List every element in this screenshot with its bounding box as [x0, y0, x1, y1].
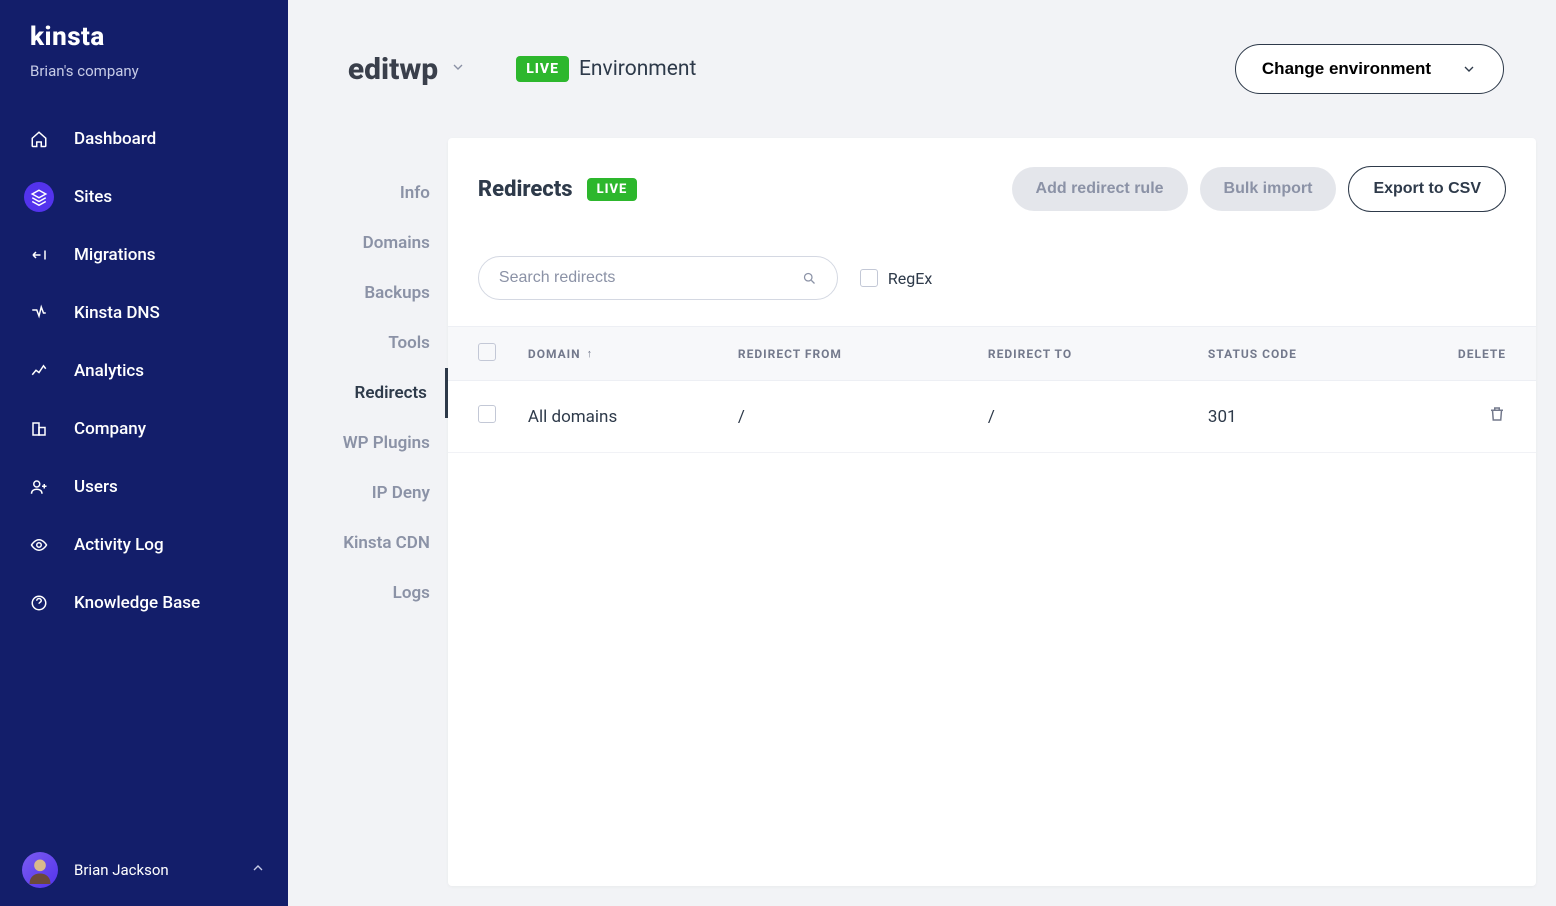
nav-label: Sites	[74, 187, 112, 207]
live-badge: LIVE	[587, 178, 638, 201]
subnav-redirects[interactable]: Redirects	[288, 368, 448, 418]
nav-dashboard[interactable]: Dashboard	[0, 110, 288, 168]
search-input[interactable]	[499, 269, 802, 287]
nav-label: Dashboard	[74, 129, 156, 149]
company-icon	[24, 414, 54, 444]
search-row: RegEx	[448, 240, 1536, 326]
cell-to: /	[988, 407, 1208, 427]
change-env-label: Change environment	[1262, 59, 1431, 79]
nav-activity[interactable]: Activity Log	[0, 516, 288, 574]
help-icon	[24, 588, 54, 618]
nav-company[interactable]: Company	[0, 400, 288, 458]
home-icon	[24, 124, 54, 154]
nav-analytics[interactable]: Analytics	[0, 342, 288, 400]
primary-nav: Dashboard Sites Migrations Kinsta DNS	[0, 110, 288, 834]
dns-icon	[24, 298, 54, 328]
site-dropdown[interactable]	[450, 59, 466, 79]
bulk-import-button[interactable]: Bulk import	[1200, 167, 1337, 211]
migrations-icon	[24, 240, 54, 270]
site-name: editwp	[348, 52, 438, 87]
sort-arrow-icon: ↑	[587, 347, 594, 360]
table-row[interactable]: All domains / / 301	[448, 381, 1536, 453]
nav-label: Company	[74, 419, 146, 439]
subnav-backups[interactable]: Backups	[288, 268, 448, 318]
row-checkbox[interactable]	[478, 405, 496, 423]
company-name: Brian's company	[0, 62, 288, 110]
nav-users[interactable]: Users	[0, 458, 288, 516]
col-to-header[interactable]: REDIRECT TO	[988, 347, 1208, 361]
col-delete-header: DELETE	[1458, 347, 1506, 361]
search-icon	[802, 271, 817, 286]
brand-logo: kinsta	[0, 22, 288, 62]
nav-label: Activity Log	[74, 535, 164, 555]
nav-label: Kinsta DNS	[74, 303, 160, 323]
nav-sites[interactable]: Sites	[0, 168, 288, 226]
env-badge: LIVE	[516, 56, 569, 82]
delete-button[interactable]	[1458, 405, 1506, 428]
col-status-header[interactable]: STATUS CODE	[1208, 347, 1458, 361]
nav-label: Knowledge Base	[74, 593, 200, 613]
topbar: editwp LIVE Environment Change environme…	[288, 0, 1556, 138]
change-environment-button[interactable]: Change environment	[1235, 44, 1504, 94]
chevron-down-icon	[1461, 61, 1477, 77]
nav-label: Users	[74, 477, 118, 497]
nav-dns[interactable]: Kinsta DNS	[0, 284, 288, 342]
regex-toggle[interactable]: RegEx	[860, 269, 932, 288]
panel: Redirects LIVE Add redirect rule Bulk im…	[448, 138, 1536, 886]
cell-from: /	[738, 407, 988, 427]
env-label: Environment	[579, 57, 696, 81]
subnav-wp-plugins[interactable]: WP Plugins	[288, 418, 448, 468]
regex-label: RegEx	[888, 269, 932, 288]
chevron-up-icon	[250, 860, 266, 880]
search-box[interactable]	[478, 256, 838, 300]
regex-checkbox[interactable]	[860, 269, 878, 287]
subnav-ip-deny[interactable]: IP Deny	[288, 468, 448, 518]
subnav-cdn[interactable]: Kinsta CDN	[288, 518, 448, 568]
trash-icon	[1488, 405, 1506, 423]
layers-icon	[24, 182, 54, 212]
select-all-checkbox[interactable]	[478, 343, 496, 361]
analytics-icon	[24, 356, 54, 386]
table-header: DOMAIN ↑ REDIRECT FROM REDIRECT TO STATU…	[448, 326, 1536, 381]
panel-header: Redirects LIVE Add redirect rule Bulk im…	[448, 138, 1536, 240]
col-from-header[interactable]: REDIRECT FROM	[738, 347, 988, 361]
subnav-domains[interactable]: Domains	[288, 218, 448, 268]
main: editwp LIVE Environment Change environme…	[288, 0, 1556, 906]
avatar	[22, 852, 58, 888]
content: Info Domains Backups Tools Redirects WP …	[288, 138, 1556, 906]
export-csv-button[interactable]: Export to CSV	[1348, 166, 1506, 212]
sidebar: kinsta Brian's company Dashboard Sites M…	[0, 0, 288, 906]
users-icon	[24, 472, 54, 502]
subnav-info[interactable]: Info	[288, 168, 448, 218]
panel-title: Redirects	[478, 177, 573, 202]
cell-status: 301	[1208, 407, 1458, 427]
subnav-tools[interactable]: Tools	[288, 318, 448, 368]
user-name: Brian Jackson	[74, 861, 234, 879]
subnav-logs[interactable]: Logs	[288, 568, 448, 618]
nav-knowledge[interactable]: Knowledge Base	[0, 574, 288, 632]
eye-icon	[24, 530, 54, 560]
subnav: Info Domains Backups Tools Redirects WP …	[288, 138, 448, 886]
cell-domain: All domains	[528, 407, 738, 427]
nav-migrations[interactable]: Migrations	[0, 226, 288, 284]
nav-label: Migrations	[74, 245, 156, 265]
col-domain-header[interactable]: DOMAIN ↑	[528, 347, 738, 361]
nav-label: Analytics	[74, 361, 144, 381]
user-footer[interactable]: Brian Jackson	[0, 834, 288, 906]
add-redirect-button[interactable]: Add redirect rule	[1012, 167, 1188, 211]
